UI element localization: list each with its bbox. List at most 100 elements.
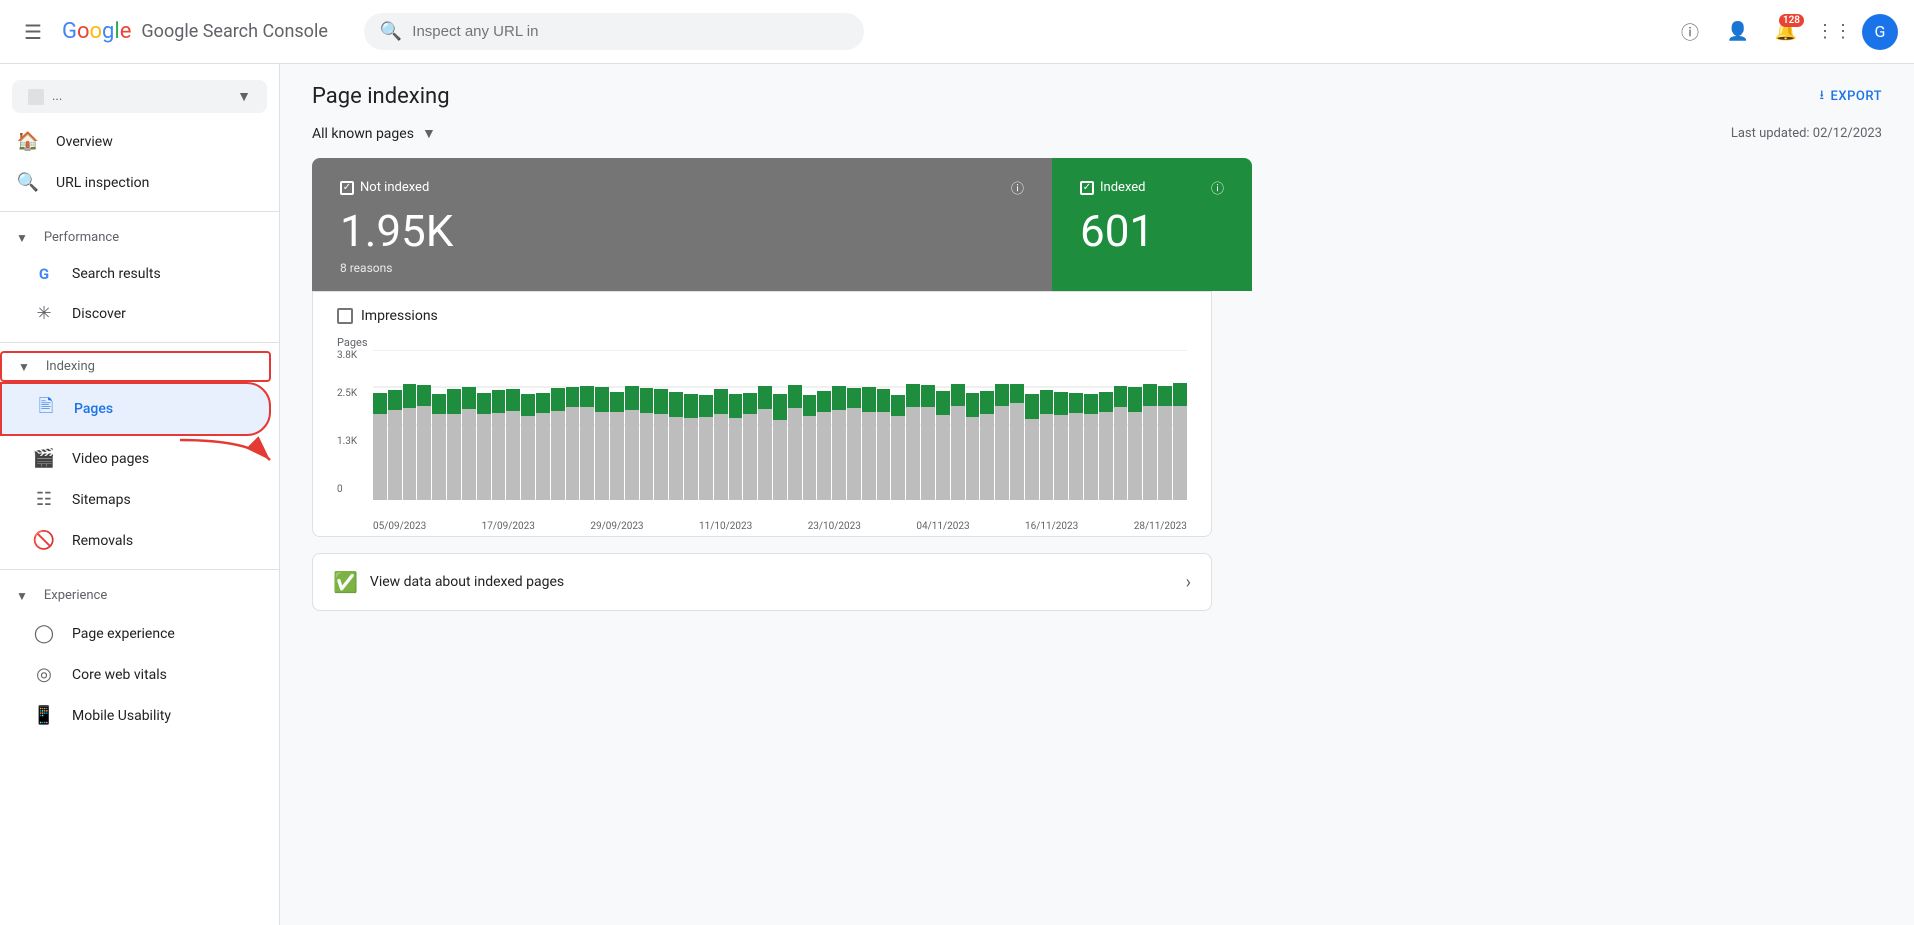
bar-indexed	[1173, 383, 1187, 406]
bar-not-indexed	[447, 414, 461, 500]
bar-group	[610, 350, 624, 500]
not-indexed-help-icon[interactable]: ⓘ	[1011, 178, 1024, 197]
bar-indexed	[1143, 384, 1157, 406]
not-indexed-sub: 8 reasons	[340, 261, 1024, 275]
bar-not-indexed	[1025, 419, 1039, 500]
bar-group	[595, 350, 609, 500]
bar-group	[654, 350, 668, 500]
bar-indexed	[1128, 387, 1142, 412]
impressions-checkbox[interactable]	[337, 308, 353, 324]
sidebar-item-sitemaps[interactable]: ☷ Sitemaps	[0, 479, 271, 520]
avatar[interactable]: G	[1862, 14, 1898, 50]
property-dropdown-icon[interactable]: ▼	[237, 88, 251, 105]
bar-indexed	[595, 387, 609, 412]
bar-indexed	[714, 389, 728, 414]
bars-area: // Generated bars inline via pattern	[373, 350, 1187, 500]
bar-indexed	[847, 388, 861, 408]
bar-not-indexed	[684, 418, 698, 500]
bar-not-indexed	[595, 412, 609, 500]
help-button[interactable]: ⓘ	[1670, 12, 1710, 52]
bar-group	[758, 350, 772, 500]
sidebar-item-overview[interactable]: 🏠 Overview	[0, 121, 271, 162]
bar-indexed	[506, 389, 520, 411]
not-indexed-checkbox[interactable]: ✓	[340, 181, 354, 195]
filter-dropdown[interactable]: All known pages ▼	[312, 125, 436, 142]
caret-icon: ▼	[16, 589, 28, 603]
bar-indexed	[551, 388, 565, 410]
sidebar-item-removals[interactable]: 🚫 Removals	[0, 520, 271, 561]
bar-group	[1010, 350, 1024, 500]
page-experience-icon: ◯	[32, 623, 56, 644]
notifications-button[interactable]: 🔔 128	[1766, 12, 1806, 52]
sidebar-item-label: URL inspection	[56, 175, 149, 191]
bar-indexed	[891, 395, 905, 416]
x-label-6: 04/11/2023	[916, 521, 969, 532]
bar-indexed	[980, 391, 994, 414]
bar-indexed	[1010, 384, 1024, 404]
product-name: Google Search Console	[141, 21, 327, 42]
bar-indexed	[832, 386, 846, 410]
discover-icon: ✳	[32, 303, 56, 324]
bar-group	[1128, 350, 1142, 500]
sidebar-item-search-results[interactable]: G Search results	[0, 255, 271, 293]
topbar: ☰ Google Google Search Console 🔍 ⓘ 👤 🔔 1…	[0, 0, 1914, 64]
bar-group	[403, 350, 417, 500]
sidebar-section-indexing[interactable]: ▼ Indexing	[0, 351, 271, 382]
menu-icon[interactable]: ☰	[16, 12, 50, 52]
bar-group	[803, 350, 817, 500]
google-icon: G	[32, 265, 56, 283]
export-button[interactable]: ⭳ EXPORT	[1819, 86, 1882, 108]
bar-not-indexed	[669, 417, 683, 500]
bar-not-indexed	[373, 414, 387, 500]
sidebar-item-pages[interactable]: 🖹 Pages	[0, 382, 271, 436]
sidebar-item-mobile-usability[interactable]: 📱 Mobile Usability	[0, 695, 271, 736]
bar-not-indexed	[1158, 406, 1172, 500]
filter-label: All known pages	[312, 126, 414, 142]
impressions-toggle[interactable]: Impressions	[337, 308, 1187, 324]
sidebar-item-label: Sitemaps	[72, 492, 131, 508]
bar-not-indexed	[1173, 406, 1187, 500]
sidebar-item-label: Video pages	[72, 451, 149, 467]
sidebar-section-experience[interactable]: ▼ Experience	[0, 578, 279, 613]
bar-indexed	[1114, 386, 1128, 407]
sidebar-item-core-web-vitals[interactable]: ◎ Core web vitals	[0, 654, 271, 695]
sidebar-item-label: Page experience	[72, 626, 175, 642]
dropdown-arrow-icon: ▼	[422, 125, 436, 142]
sidebar-item-url-inspection[interactable]: 🔍 URL inspection	[0, 162, 271, 203]
sidebar-item-page-experience[interactable]: ◯ Page experience	[0, 613, 271, 654]
apps-button[interactable]: ⋮⋮	[1814, 12, 1854, 52]
bar-indexed	[580, 386, 594, 407]
export-icon: ⭳	[1819, 86, 1824, 108]
account-management-button[interactable]: 👤	[1718, 12, 1758, 52]
bar-not-indexed	[654, 414, 668, 500]
bar-not-indexed	[1010, 403, 1024, 500]
search-input[interactable]	[412, 23, 848, 40]
video-pages-icon: 🎬	[32, 448, 56, 469]
bar-indexed	[729, 394, 743, 418]
indexed-checkbox[interactable]: ✓	[1080, 181, 1094, 195]
not-indexed-card: ✓ Not indexed ⓘ 1.95K 8 reasons	[312, 158, 1052, 291]
bar-not-indexed	[862, 412, 876, 500]
sidebar-section-performance[interactable]: ▼ Performance	[0, 220, 279, 255]
bar-group	[640, 350, 654, 500]
bar-not-indexed	[788, 408, 802, 500]
bar-not-indexed	[1069, 413, 1083, 500]
bar-not-indexed	[980, 414, 994, 500]
view-data-card[interactable]: ✅ View data about indexed pages ›	[312, 553, 1212, 611]
bar-group	[1054, 350, 1068, 500]
property-selector[interactable]: ... ▼	[12, 80, 267, 113]
sitemaps-icon: ☷	[32, 489, 56, 510]
sidebar-divider-3	[0, 569, 279, 570]
bar-indexed	[1069, 393, 1083, 413]
indexed-help-icon[interactable]: ⓘ	[1211, 178, 1224, 197]
bar-group	[743, 350, 757, 500]
sidebar-divider-1	[0, 211, 279, 212]
app-logo: Google Google Search Console	[62, 19, 328, 44]
bar-group	[817, 350, 831, 500]
bar-group	[551, 350, 565, 500]
sidebar-item-discover[interactable]: ✳ Discover	[0, 293, 271, 334]
sidebar: ... ▼ 🏠 Overview 🔍 URL inspection ▼ Perf…	[0, 64, 280, 925]
core-web-vitals-icon: ◎	[32, 664, 56, 685]
sidebar-item-video-pages[interactable]: 🎬 Video pages	[0, 438, 271, 479]
bar-not-indexed	[951, 406, 965, 500]
